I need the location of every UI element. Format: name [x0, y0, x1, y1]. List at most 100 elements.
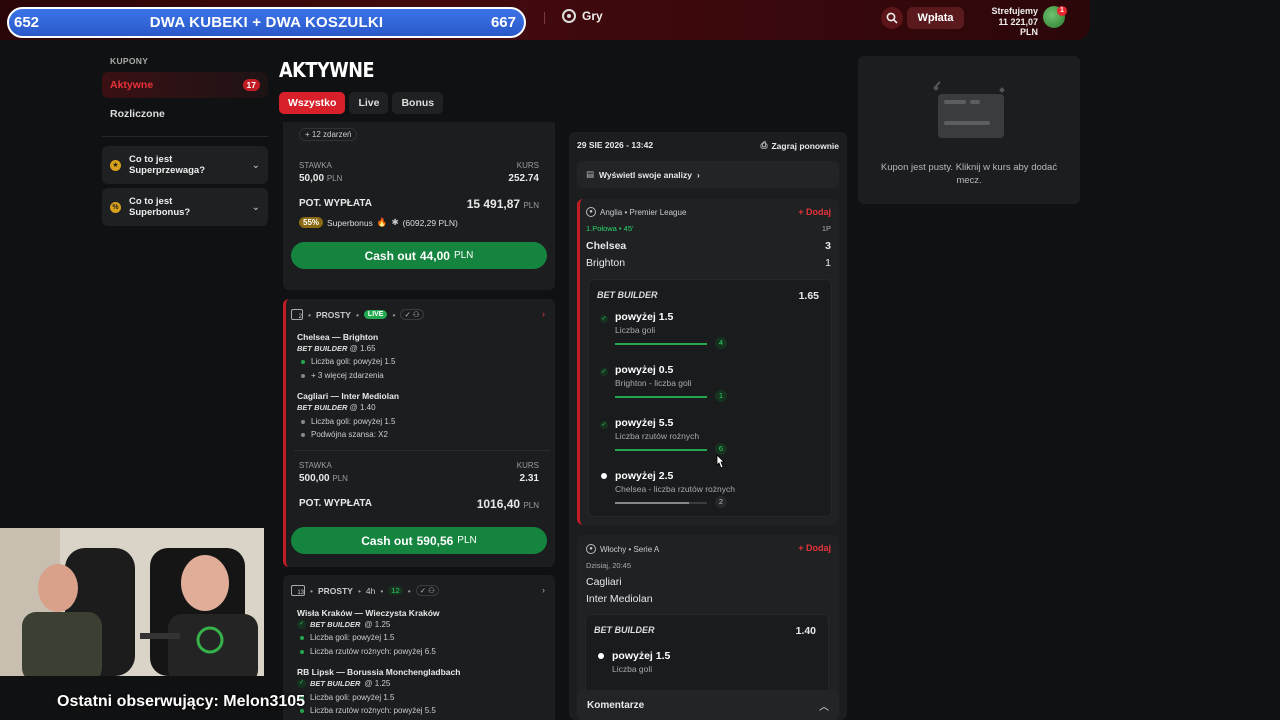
currency: PLN [523, 201, 539, 210]
tab-live[interactable]: Live [349, 92, 389, 114]
currency: PLN [326, 174, 343, 183]
comments-toggle[interactable]: Komentarze ︿ [577, 690, 839, 720]
info-line: Superbonus? [129, 207, 191, 218]
event-match: Wisła Kraków — Wieczysta Kraków [297, 608, 440, 618]
cashout-value: 590,56 [416, 533, 454, 548]
stream-goal-bar: 652 DWA KUBEKI + DWA KOSZULKI 667 [7, 7, 526, 38]
event-line: Liczba goli: powyżej 1.5 [311, 357, 396, 366]
coupon-card[interactable]: 2 • PROSTY • LIVE • ✓ ⚇ › Chelsea — Brig… [283, 299, 555, 567]
mouse-cursor [714, 454, 726, 475]
selection-title: powyżej 0.5 [615, 364, 674, 376]
selection-market: Liczba goli [612, 664, 653, 674]
page-title: AKTYWNE [279, 58, 375, 82]
analysis-link[interactable]: ▤ Wyświetl swoje analizy › [577, 161, 839, 188]
add-button[interactable]: + Dodaj [798, 207, 831, 217]
home-score: 3 [825, 240, 831, 252]
coupon-detail-panel[interactable]: 29 SIE 2026 - 13:42 ⎙ Zagraj ponownie ▤ … [569, 132, 847, 720]
replay-button[interactable]: ⎙ Zagraj ponownie [761, 140, 839, 151]
stake-value: 50,00 [299, 173, 325, 184]
replay-label: Zagraj ponownie [771, 140, 839, 151]
info-superprzewaga[interactable]: ★ Co to jest Superprzewaga? ⌄ [102, 146, 268, 184]
coupon-card[interactable]: + 12 zdarzeń STAWKA KURS 50,00 PLN 252.7… [283, 122, 555, 290]
selection-title: powyżej 1.5 [615, 311, 674, 323]
league-label: Anglia • Premier League [600, 207, 687, 217]
event-odds: @ 1.40 [349, 403, 376, 412]
betslip-panel: Kupon jest pusty. Kliknij w kurs aby dod… [858, 56, 1080, 204]
add-button[interactable]: + Dodaj [798, 543, 831, 553]
goal-title: DWA KUBEKI + DWA KOSZULKI [149, 14, 384, 31]
coupon-type: PROSTY [317, 585, 353, 596]
superbonus-label: Superbonus [327, 217, 373, 228]
event-line: Liczba goli: powyżej 1.5 [310, 633, 395, 642]
home-team: Chelsea [586, 240, 627, 252]
status-dot [300, 635, 304, 640]
bet-builder-odds: 1.65 [798, 290, 819, 302]
cashout-button[interactable]: Cash out 44,00 PLN [291, 242, 547, 269]
goal-current: 652 [14, 14, 40, 31]
cashout-button[interactable]: Cash out 590,56 PLN [291, 527, 547, 554]
event-line[interactable]: + 3 więcej zdarzenia [311, 371, 384, 380]
selection-progress [615, 502, 707, 504]
event-match: Cagliari — Inter Mediolan [297, 391, 400, 401]
user-account[interactable]: Strefujemy 11 221,07 PLN [978, 6, 1038, 37]
match-time: Dzisiaj, 20:45 [586, 561, 632, 570]
coupon-list[interactable]: + 12 zdarzeń STAWKA KURS 50,00 PLN 252.7… [283, 122, 555, 720]
event-count: 12 [388, 586, 403, 595]
payout-value: 15 491,87 [466, 197, 521, 211]
stake-label: STAWKA [299, 461, 332, 470]
user-balance: 11 221,07 PLN [998, 17, 1038, 37]
event-line: Liczba rzutów rożnych: powyżej 6.5 [310, 647, 436, 656]
coupon-time: 4h [365, 585, 376, 596]
payout-label: POT. WYPŁATA [299, 198, 372, 209]
coupon-type-icon: 2 [291, 309, 303, 320]
cashout-currency: PLN [453, 250, 474, 261]
event-match: Chelsea — Brighton [297, 332, 379, 342]
analysis-label: Wyświetl swoje analizy [599, 169, 692, 180]
bet-builder-odds: 1.40 [795, 625, 816, 637]
search-button[interactable] [881, 7, 903, 29]
sidebar-divider [102, 136, 268, 137]
coupon-type: PROSTY [315, 309, 351, 320]
sidebar-item-settled[interactable]: Rozliczone [110, 108, 165, 120]
comments-label: Komentarze [587, 699, 645, 711]
selection-progress [615, 396, 707, 398]
check-people-icon: ✓ ⚇ [400, 309, 424, 320]
nav-games[interactable]: Gry [562, 9, 603, 23]
active-count-badge: 17 [242, 79, 260, 91]
event-odds: @ 1.65 [349, 344, 376, 353]
bet-builder-title: BET BUILDER [597, 290, 658, 300]
event-odds: @ 1.25 [364, 620, 391, 629]
chevron-right-icon[interactable]: › [542, 309, 545, 319]
tab-all[interactable]: Wszystko [279, 92, 346, 114]
selection-progress [615, 343, 707, 345]
event-line: Liczba goli: powyżej 1.5 [310, 693, 395, 702]
more-events-label[interactable]: + 12 zdarzeń [299, 128, 358, 141]
coupon-card[interactable]: 13 • PROSTY • 4h • 12 • ✓ ⚇ › Wisła Krak… [283, 575, 555, 720]
selection-progress [615, 449, 707, 451]
football-icon: ● [586, 207, 596, 217]
event-line: Podwójna szansa: X2 [311, 430, 388, 439]
stake-label: STAWKA [299, 161, 332, 170]
match-card[interactable]: ● Włochy • Serie A + Dodaj Dzisiaj, 20:4… [577, 535, 839, 704]
status-dot [301, 419, 305, 424]
bonus-icon: % [110, 201, 121, 213]
match-card[interactable]: ● Anglia • Premier League + Dodaj 1.Poło… [577, 199, 839, 525]
odds-label: KURS [516, 161, 539, 170]
payout-label: POT. WYPŁATA [299, 498, 372, 509]
check-icon: ✓ [600, 421, 608, 429]
match-period: 1P [821, 224, 831, 233]
event-line: Liczba rzutów rożnych: powyżej 5.5 [310, 706, 436, 715]
notification-badge: 1 [1057, 6, 1067, 16]
stake-value: 500,00 [299, 473, 330, 484]
coupon-date: 29 SIE 2026 - 13:42 [577, 140, 654, 150]
chevron-right-icon[interactable]: › [542, 585, 545, 595]
info-superbonus[interactable]: % Co to jest Superbonus? ⌄ [102, 188, 268, 226]
sidebar-item-active[interactable]: Aktywne 17 [102, 72, 268, 98]
deposit-button[interactable]: Wpłata [907, 7, 964, 29]
selection-title: powyżej 5.5 [615, 417, 674, 429]
sidebar-item-label: Aktywne [110, 79, 154, 91]
sparkle-icon: ✱ [391, 217, 399, 227]
tab-bonus[interactable]: Bonus [392, 92, 444, 114]
check-people-icon: ✓ ⚇ [415, 585, 439, 596]
selection-market: Chelsea - liczba rzutów rożnych [615, 484, 735, 494]
